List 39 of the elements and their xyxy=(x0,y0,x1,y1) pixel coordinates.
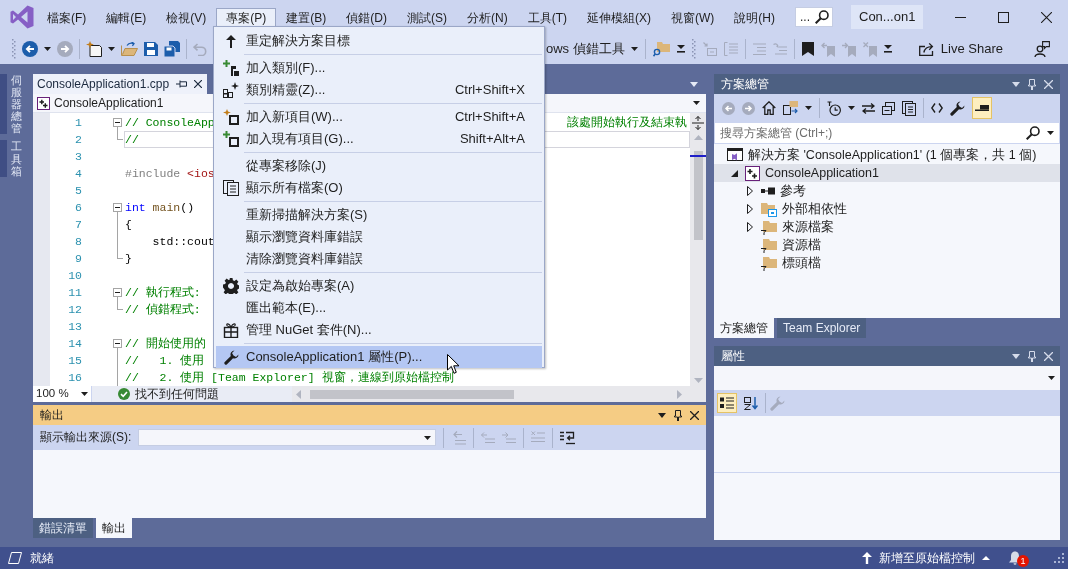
line-number: 8 xyxy=(74,234,82,250)
line-number: 5 xyxy=(74,183,82,199)
status-text: 就緒 xyxy=(30,550,54,566)
panel-title: 屬性 xyxy=(721,348,745,364)
line-number: 13 xyxy=(67,319,82,335)
code-text: // 執行程式: xyxy=(125,285,201,300)
code-text: } xyxy=(125,251,132,266)
line-number: 12 xyxy=(67,302,82,318)
window-title: Con...on1 xyxy=(851,5,924,29)
code-text: // 1. 使用 xyxy=(125,353,205,368)
code-text: // 2. 使用 [Team Explorer] 視窗，連線到原始檔控制 xyxy=(125,370,454,385)
line-number: 7 xyxy=(74,217,82,233)
code-text: { xyxy=(125,217,132,232)
keyboard-shortcut: Ctrl+Shift+A xyxy=(454,109,525,125)
line-number: 9 xyxy=(74,251,82,267)
code-text: int main() xyxy=(125,200,195,215)
code-text: // xyxy=(125,132,139,147)
line-number: 2 xyxy=(74,132,82,148)
panel-title: 方案總管 xyxy=(721,76,769,92)
code-text: // ConsoleApp xyxy=(125,115,215,130)
line-number: 10 xyxy=(67,268,82,284)
line-number: 3 xyxy=(74,149,82,165)
code-text: // 開始使用的 xyxy=(125,336,206,351)
notification-badge: 1 xyxy=(1017,555,1029,567)
code-text: 該處開始執行及結束執 xyxy=(567,115,687,130)
line-number: 14 xyxy=(67,336,82,352)
line-number: 4 xyxy=(74,166,82,182)
line-number: 1 xyxy=(74,115,82,131)
code-text: std::cout xyxy=(151,234,215,249)
line-number: 15 xyxy=(67,353,82,369)
line-number: 16 xyxy=(67,370,82,386)
panel-title: 輸出 xyxy=(40,407,64,423)
issues-status-text: 找不到任何問題 xyxy=(135,386,219,402)
keyboard-shortcut: Shift+Alt+A xyxy=(459,131,525,147)
line-number: 11 xyxy=(67,285,82,301)
output-source-label: 顯示輸出來源(S): xyxy=(40,430,132,445)
code-text: #include <ios xyxy=(125,166,215,181)
line-number: 6 xyxy=(74,200,82,216)
code-text: // 偵錯程式: xyxy=(125,302,201,317)
